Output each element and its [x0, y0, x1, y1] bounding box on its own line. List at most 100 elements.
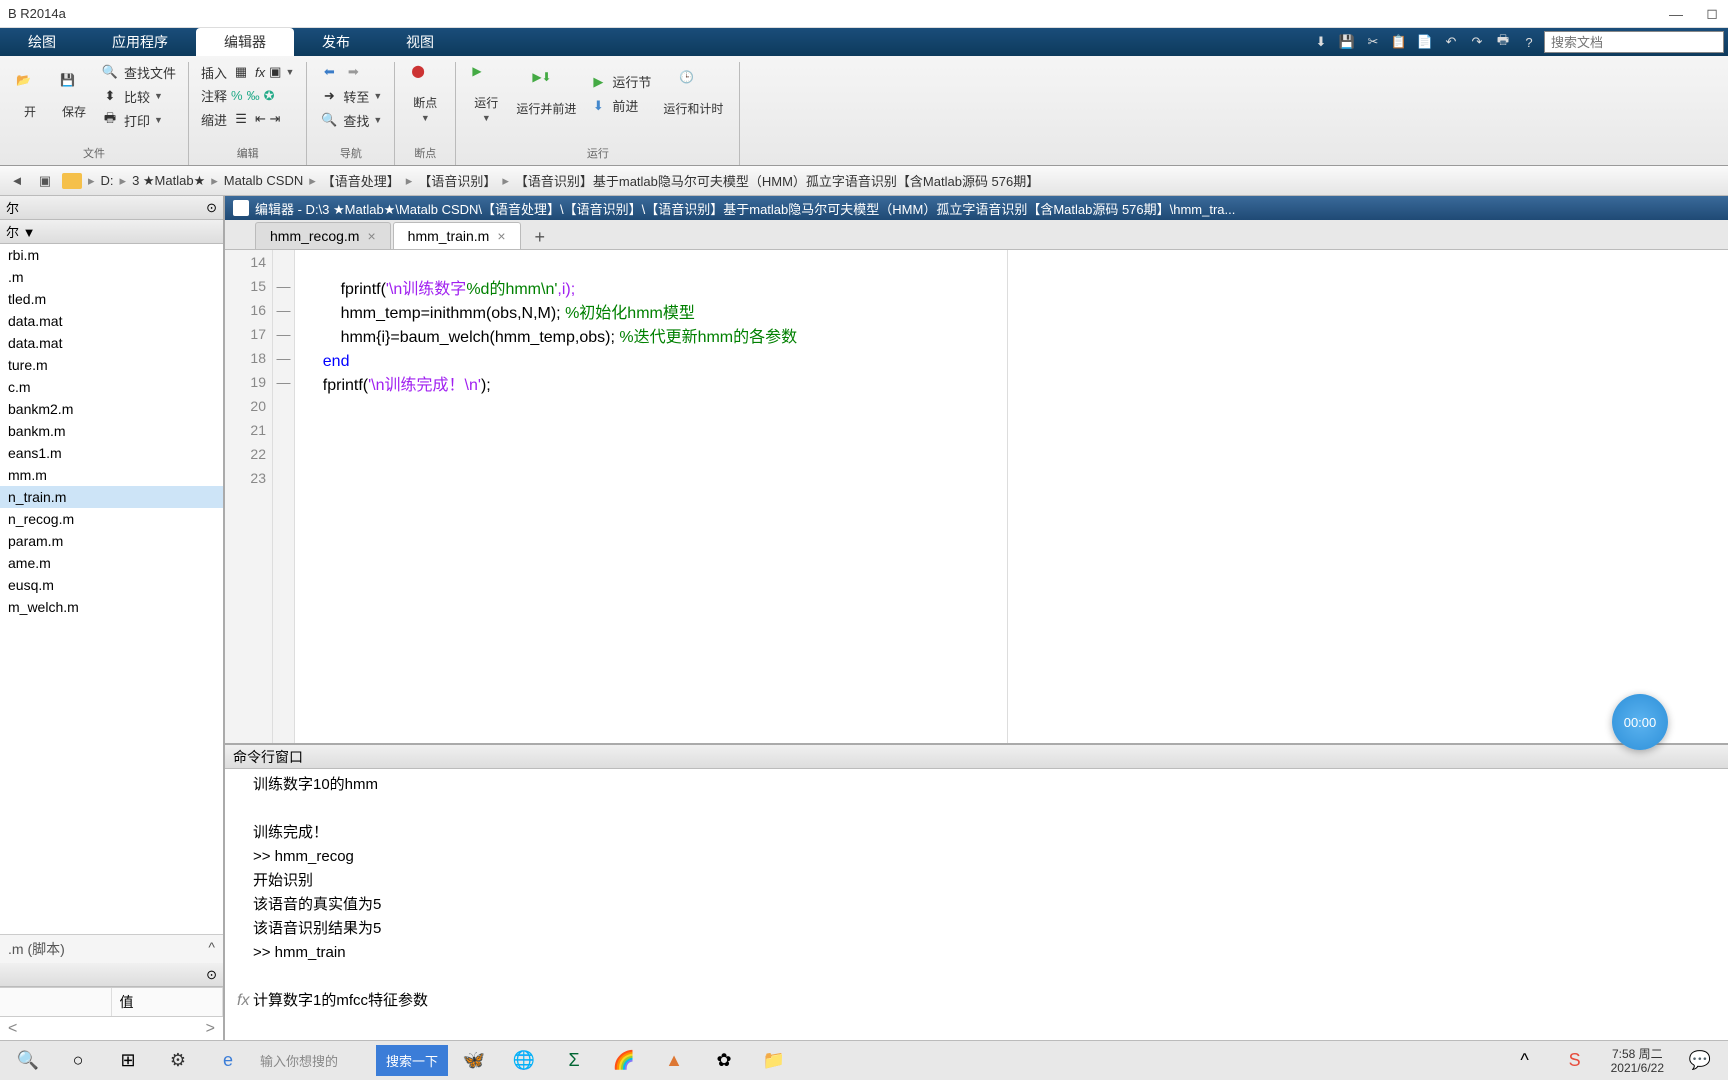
- new-tab-button[interactable]: +: [523, 225, 558, 249]
- qat-save-icon[interactable]: 💾: [1336, 31, 1358, 53]
- matlab-icon[interactable]: ▲: [650, 1043, 698, 1079]
- file-item[interactable]: eans1.m: [0, 442, 223, 464]
- insert-button[interactable]: 插入 ▦ fx ▣ ▼: [201, 62, 294, 82]
- run-advance-button[interactable]: ▶⬇运行并前进: [512, 68, 580, 119]
- goto-button[interactable]: ➜转至 ▼: [319, 86, 382, 106]
- qat-undo-icon[interactable]: ↶: [1440, 31, 1462, 53]
- find-files-button[interactable]: 🔍查找文件: [100, 62, 176, 82]
- run-section-button[interactable]: ▶运行节: [588, 72, 651, 92]
- comment-button[interactable]: 注释 % ‰ ✪: [201, 86, 294, 105]
- obs-icon[interactable]: ⚙: [154, 1043, 202, 1079]
- insert-icon: ▦: [231, 62, 251, 82]
- run-time-button[interactable]: 🕒运行和计时: [659, 68, 727, 119]
- file-item[interactable]: rbi.m: [0, 244, 223, 266]
- tb-search-input[interactable]: 输入你想搜的: [254, 1046, 374, 1076]
- run-advance-icon: ▶⬇: [532, 70, 560, 98]
- app-icon-5[interactable]: ✿: [700, 1043, 748, 1079]
- file-item[interactable]: c.m: [0, 376, 223, 398]
- ie-icon[interactable]: e: [204, 1043, 252, 1079]
- qat-paste-icon[interactable]: 📄: [1414, 31, 1436, 53]
- expand-icon[interactable]: ^: [208, 939, 215, 959]
- tab-view[interactable]: 视图: [378, 28, 462, 56]
- clock[interactable]: 7:58 周二 2021/6/22: [1601, 1047, 1674, 1075]
- open-button[interactable]: 📂开: [12, 71, 48, 122]
- file-item[interactable]: tled.m: [0, 288, 223, 310]
- command-window[interactable]: 命令行窗口 训练数字10的hmm 训练完成！>> hmm_recog开始识别该语…: [225, 745, 1728, 1040]
- file-item[interactable]: ture.m: [0, 354, 223, 376]
- file-item[interactable]: data.mat: [0, 332, 223, 354]
- cortana-icon[interactable]: ○: [54, 1043, 102, 1079]
- qat-print-icon[interactable]: 🖶: [1492, 31, 1514, 53]
- run-button[interactable]: ▶运行▼: [468, 62, 504, 125]
- file-item[interactable]: ame.m: [0, 552, 223, 574]
- explorer-icon[interactable]: 📁: [750, 1043, 798, 1079]
- panel-dropdown-icon[interactable]: ⊙: [206, 200, 217, 216]
- file-item[interactable]: .m: [0, 266, 223, 288]
- file-item[interactable]: bankm.m: [0, 420, 223, 442]
- qat-cut-icon[interactable]: ✂: [1362, 31, 1384, 53]
- file-item[interactable]: m_welch.m: [0, 596, 223, 618]
- editor-tab-1[interactable]: hmm_train.m×: [393, 222, 521, 249]
- compare-button[interactable]: ⬍比较 ▼: [100, 86, 176, 106]
- fx-prompt-icon: fx: [237, 992, 249, 1010]
- file-item[interactable]: param.m: [0, 530, 223, 552]
- ws-right-arrow[interactable]: >: [206, 1020, 215, 1038]
- name-col-dropdown[interactable]: 尔 ▼: [6, 222, 35, 241]
- file-item[interactable]: data.mat: [0, 310, 223, 332]
- path-seg-2[interactable]: Matalb CSDN: [224, 173, 303, 188]
- path-up-button[interactable]: ▣: [34, 170, 56, 192]
- ws-dropdown-icon[interactable]: ⊙: [206, 967, 217, 983]
- close-tab-icon[interactable]: ×: [367, 228, 375, 244]
- tab-publish[interactable]: 发布: [294, 28, 378, 56]
- tab-editor[interactable]: 编辑器: [196, 28, 294, 56]
- breakpoint-button[interactable]: ⬤断点▼: [407, 62, 443, 125]
- qat-copy-icon[interactable]: 📋: [1388, 31, 1410, 53]
- tab-apps[interactable]: 应用程序: [84, 28, 196, 56]
- qat-icon-1[interactable]: ⬇: [1310, 31, 1332, 53]
- tab-plot[interactable]: 绘图: [0, 28, 84, 56]
- notifications-icon[interactable]: 💬: [1676, 1043, 1724, 1079]
- search-docs-input[interactable]: [1544, 31, 1724, 53]
- nav-back-button[interactable]: ⬅ ➡: [319, 62, 382, 82]
- maximize-button[interactable]: ◻: [1704, 6, 1720, 22]
- search-task-icon[interactable]: 🔍: [4, 1043, 52, 1079]
- group-break-label: 断点: [407, 143, 443, 161]
- app-icon-1[interactable]: 🦋: [450, 1043, 498, 1079]
- file-detail: .m (脚本): [8, 939, 65, 959]
- path-seg-3[interactable]: 【语音处理】: [322, 171, 400, 190]
- ws-left-arrow[interactable]: <: [8, 1020, 17, 1038]
- file-list[interactable]: rbi.m.mtled.mdata.matdata.matture.mc.mba…: [0, 244, 223, 934]
- app-icon-2[interactable]: 🌐: [500, 1043, 548, 1079]
- close-tab-icon[interactable]: ×: [497, 228, 505, 244]
- recording-timer[interactable]: 00:00: [1612, 694, 1668, 750]
- code-editor[interactable]: 14151617181920212223 ————— fprintf('\n训练…: [225, 250, 1728, 745]
- advance-button[interactable]: ⬇前进: [588, 96, 651, 116]
- path-seg-4[interactable]: 【语音识别】: [418, 171, 496, 190]
- file-item[interactable]: n_train.m: [0, 486, 223, 508]
- path-back-button[interactable]: ◄: [6, 170, 28, 192]
- qat-redo-icon[interactable]: ↷: [1466, 31, 1488, 53]
- print-button[interactable]: 🖶打印 ▼: [100, 110, 176, 130]
- tray-app-icon[interactable]: S: [1551, 1043, 1599, 1079]
- path-seg-1[interactable]: 3 ★Matlab★: [132, 173, 205, 189]
- tb-search-button[interactable]: 搜索一下: [376, 1045, 448, 1076]
- app-icon-3[interactable]: Σ: [550, 1043, 598, 1079]
- save-button[interactable]: 💾保存: [56, 71, 92, 122]
- file-item[interactable]: n_recog.m: [0, 508, 223, 530]
- taskview-icon[interactable]: ⊞: [104, 1043, 152, 1079]
- file-item[interactable]: eusq.m: [0, 574, 223, 596]
- qat-help-icon[interactable]: ?: [1518, 31, 1540, 53]
- editor-tab-0[interactable]: hmm_recog.m×: [255, 222, 391, 249]
- file-item[interactable]: bankm2.m: [0, 398, 223, 420]
- titlebar: B R2014a — ◻: [0, 0, 1728, 28]
- compare-icon: ⬍: [100, 86, 120, 106]
- tray-up-icon[interactable]: ^: [1501, 1043, 1549, 1079]
- find-icon: 🔍: [319, 110, 339, 130]
- app-icon-4[interactable]: 🌈: [600, 1043, 648, 1079]
- minimize-button[interactable]: —: [1668, 6, 1684, 22]
- path-seg-5[interactable]: 【语音识别】基于matlab隐马尔可夫模型（HMM）孤立字语音识别【含Matla…: [515, 171, 1039, 190]
- find-button[interactable]: 🔍查找 ▼: [319, 110, 382, 130]
- path-seg-0[interactable]: D:: [101, 173, 114, 188]
- indent-button[interactable]: 缩进 ☰ ⇤ ⇥: [201, 109, 294, 129]
- file-item[interactable]: mm.m: [0, 464, 223, 486]
